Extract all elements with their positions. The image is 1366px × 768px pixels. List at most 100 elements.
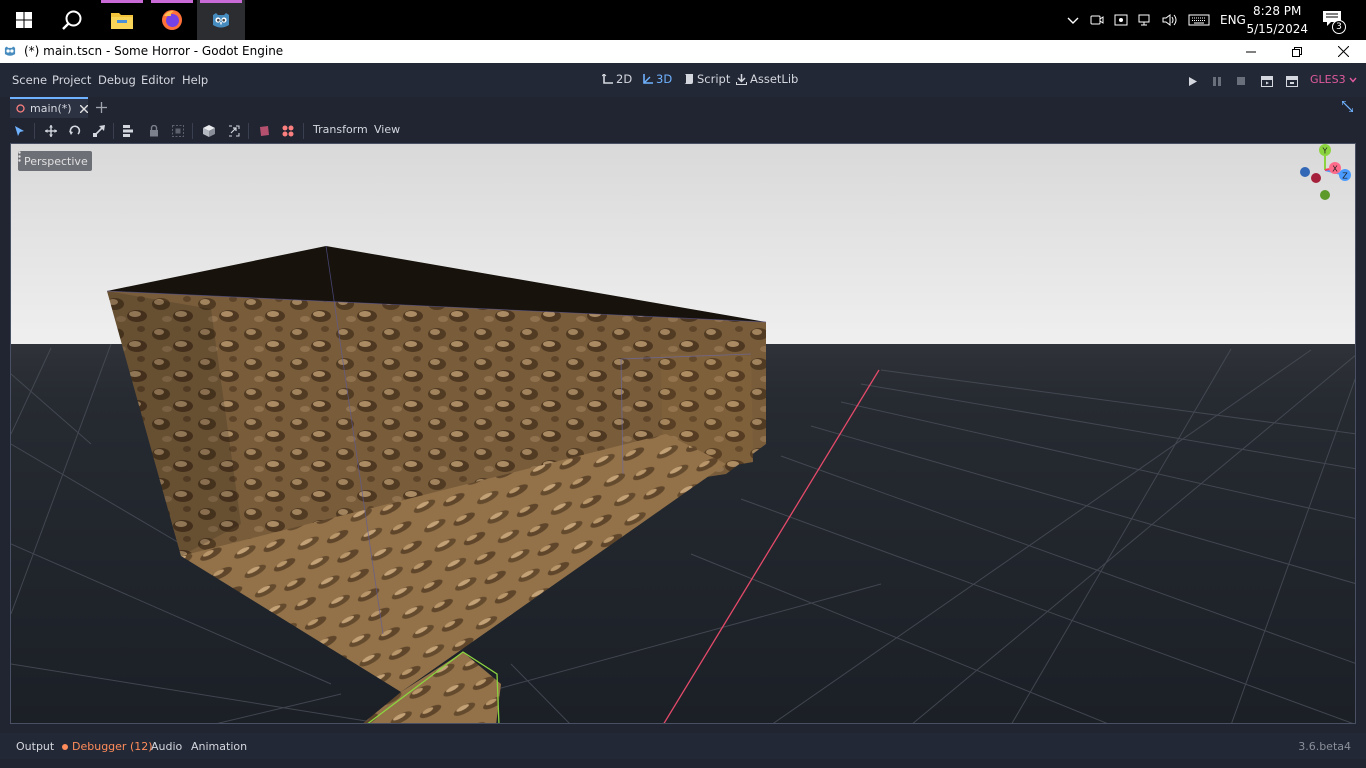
gizmo-neg-y-icon[interactable]	[1320, 190, 1330, 200]
clock-date: 5/15/2024	[1246, 22, 1308, 36]
workspace-assetlib-label: AssetLib	[750, 72, 799, 86]
notification-center-button[interactable]: 3	[1318, 8, 1352, 34]
3d-icon	[643, 73, 653, 84]
rotate-icon	[69, 125, 81, 135]
chevron-up-icon[interactable]	[1066, 13, 1080, 27]
list-select-icon	[123, 125, 133, 137]
menu-help[interactable]: Help	[182, 73, 208, 87]
clapperboard-icon	[1261, 75, 1273, 87]
lock-button[interactable]	[146, 123, 162, 139]
gizmo-neg-x-icon[interactable]	[1311, 173, 1321, 183]
audio-tab[interactable]: Audio	[151, 740, 182, 753]
start-button[interactable]	[0, 0, 48, 40]
renderer-selector[interactable]: GLES3	[1310, 73, 1357, 86]
close-window-button[interactable]	[1320, 40, 1366, 63]
menu-editor[interactable]: Editor	[141, 73, 175, 87]
play-icon	[1189, 76, 1197, 86]
windows-taskbar: ENG 8:28 PM 5/15/2024 3	[0, 0, 1366, 40]
2d-icon	[602, 73, 613, 84]
toolbar-separator	[303, 123, 304, 139]
node-3d-icon	[16, 104, 25, 113]
minimize-icon	[1246, 51, 1256, 52]
window-title: (*) main.tscn - Some Horror - Godot Engi…	[24, 44, 284, 58]
debugger-tab-label: Debugger (12)	[72, 740, 153, 753]
menu-scene[interactable]: Scene	[12, 73, 47, 87]
output-tab[interactable]: Output	[16, 740, 54, 753]
windows-start-icon	[16, 12, 32, 28]
clapperboard-custom-icon	[1286, 75, 1298, 87]
spatial-editor-toolbar: Transform View	[0, 118, 1366, 143]
screen-capture-icon[interactable]	[1114, 13, 1128, 27]
add-tab-icon[interactable]	[96, 102, 107, 113]
animation-tab[interactable]: Animation	[191, 740, 247, 753]
workspace-assetlib-button[interactable]: AssetLib	[736, 72, 798, 86]
bottom-panel-bar: Output Debugger (12) Audio Animation 3.6…	[0, 733, 1366, 759]
minimize-button[interactable]	[1228, 40, 1274, 63]
rotate-mode-button[interactable]	[67, 123, 83, 139]
vertical-dots-icon	[18, 151, 21, 162]
lock-icon	[150, 125, 158, 137]
window-titlebar[interactable]: (*) main.tscn - Some Horror - Godot Engi…	[0, 40, 1366, 63]
scale-mode-button[interactable]	[91, 123, 107, 139]
close-icon	[1337, 46, 1349, 57]
firefox-button[interactable]	[148, 0, 196, 40]
search-button[interactable]	[48, 0, 96, 40]
pause-button[interactable]	[1209, 73, 1225, 89]
file-explorer-button[interactable]	[98, 0, 146, 40]
3d-viewport[interactable]: Y X Z Perspective	[10, 143, 1356, 724]
volume-icon[interactable]	[1162, 13, 1178, 27]
taskbar-clock[interactable]: 8:28 PM 5/15/2024	[1246, 2, 1308, 38]
notification-count-badge: 3	[1332, 20, 1346, 34]
close-icon[interactable]	[79, 104, 88, 113]
language-indicator[interactable]: ENG	[1220, 13, 1246, 27]
clock-time: 8:28 PM	[1253, 4, 1302, 18]
bottom-strip	[0, 759, 1366, 768]
cursor-icon	[15, 125, 24, 136]
toolbar-separator	[192, 123, 193, 139]
distraction-free-icon[interactable]	[1342, 101, 1353, 112]
workspace-2d-button[interactable]: 2D	[602, 72, 632, 86]
search-icon	[62, 10, 82, 30]
view-menu[interactable]: View	[374, 123, 400, 136]
meet-now-icon[interactable]	[1090, 13, 1104, 27]
move-mode-button[interactable]	[43, 123, 59, 139]
sun-icon	[260, 126, 269, 136]
use-snap-button[interactable]	[226, 123, 242, 139]
group-icon	[172, 125, 184, 137]
use-local-space-button[interactable]	[201, 123, 217, 139]
workspace-3d-button[interactable]: 3D	[642, 72, 672, 86]
select-mode-button[interactable]	[12, 123, 28, 139]
list-select-button[interactable]	[121, 123, 137, 139]
toolbar-separator	[34, 123, 35, 139]
folder-icon	[111, 13, 133, 29]
workspace-2d-label: 2D	[616, 72, 633, 86]
godot-icon	[213, 13, 229, 28]
restore-button[interactable]	[1274, 40, 1320, 63]
environment-toggle-button[interactable]	[256, 123, 272, 139]
transform-menu[interactable]: Transform	[313, 123, 368, 136]
version-label: 3.6.beta4	[1298, 740, 1351, 753]
menu-debug[interactable]: Debug	[98, 73, 136, 87]
restore-icon	[1292, 46, 1302, 57]
godot-taskbar-button[interactable]	[197, 0, 245, 40]
debugger-tab[interactable]: Debugger (12)	[62, 740, 153, 753]
network-icon[interactable]	[1138, 13, 1152, 27]
play-scene-button[interactable]	[1259, 73, 1275, 89]
menu-project[interactable]: Project	[52, 73, 91, 87]
system-tray: ENG	[1066, 0, 1246, 40]
keyboard-icon[interactable]	[1188, 13, 1210, 27]
play-custom-scene-button[interactable]	[1284, 73, 1300, 89]
gizmo-neg-z-icon[interactable]	[1300, 167, 1310, 177]
gizmo-icon	[282, 125, 294, 137]
warning-dot-icon	[62, 743, 68, 750]
download-icon	[736, 73, 747, 85]
cube-icon	[203, 125, 215, 137]
stop-button[interactable]	[1233, 73, 1249, 89]
scene-tab-main[interactable]: main(*)	[10, 97, 88, 118]
gizmos-toggle-button[interactable]	[280, 123, 296, 139]
script-icon	[684, 74, 693, 84]
perspective-menu-button[interactable]: Perspective	[18, 151, 92, 171]
group-button[interactable]	[170, 123, 186, 139]
workspace-script-button[interactable]: Script	[683, 72, 730, 86]
play-button[interactable]	[1185, 73, 1201, 89]
